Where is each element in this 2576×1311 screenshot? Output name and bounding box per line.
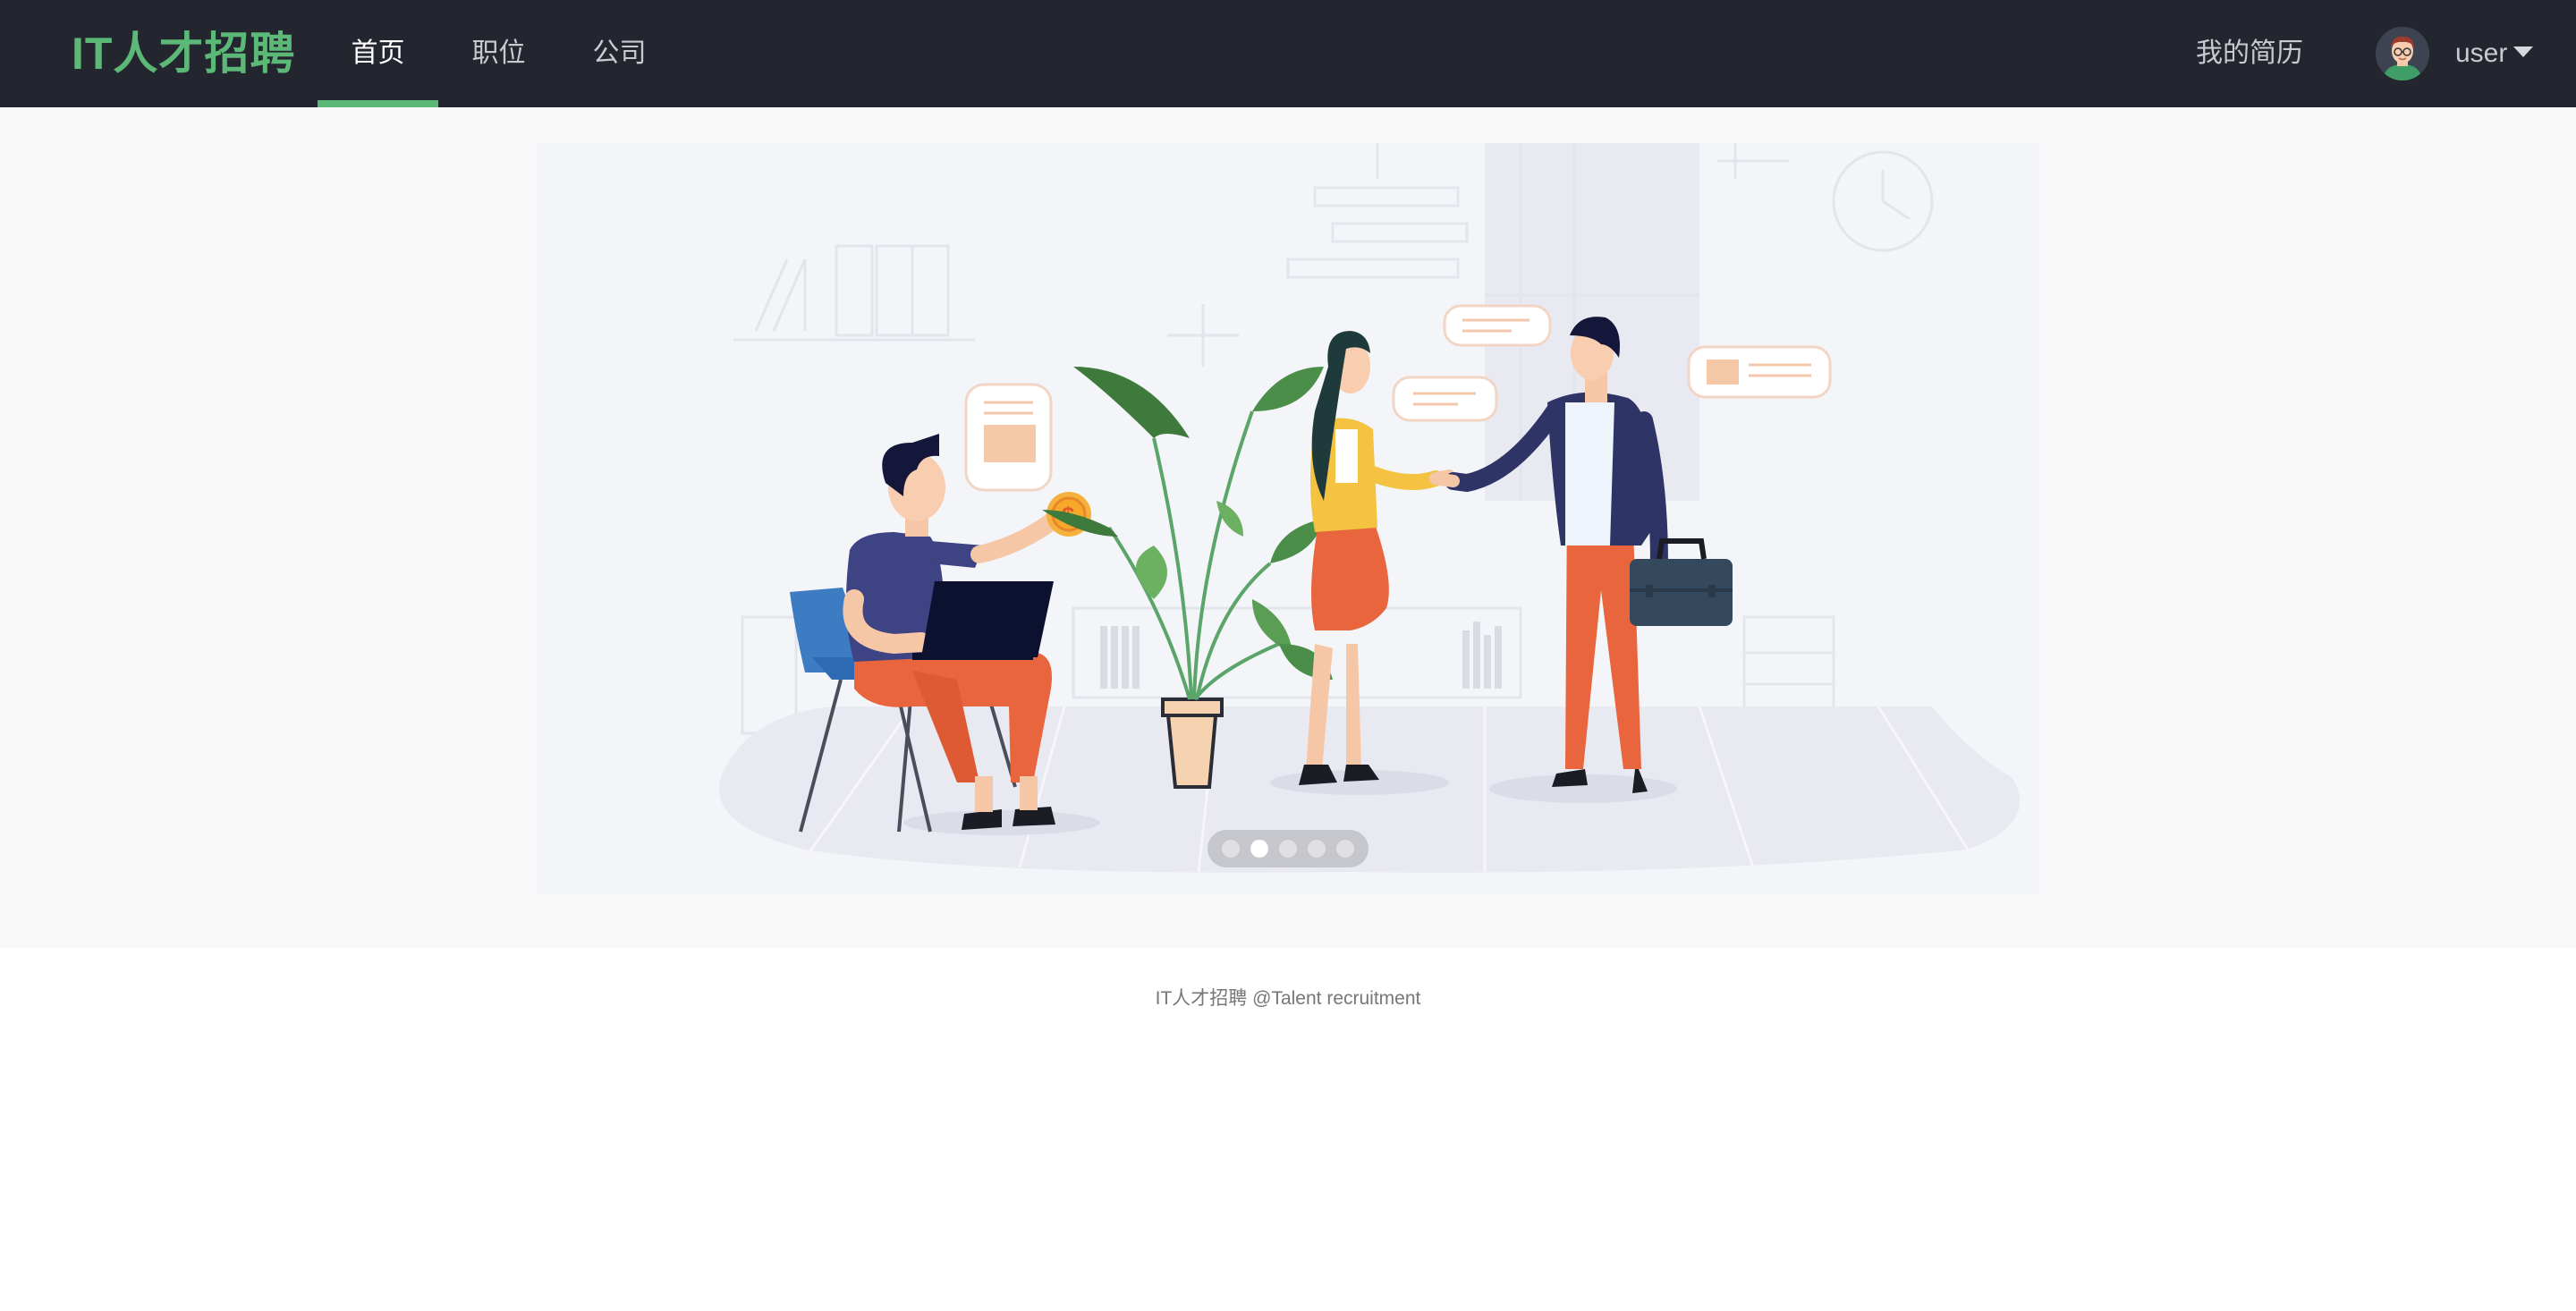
footer-copyright: IT人才招聘 @Talent recruitment <box>1155 988 1421 1009</box>
nav-tab-jobs[interactable]: 职位 <box>438 0 559 107</box>
top-navbar: IT人才招聘 首页 职位 公司 我的简历 user <box>0 0 2576 107</box>
nav-tab-home-label: 首页 <box>351 38 405 68</box>
carousel[interactable]: $ <box>537 143 2039 894</box>
carousel-dot-1[interactable] <box>1222 840 1240 858</box>
user-name[interactable]: user <box>2455 0 2507 107</box>
nav-tab-companies[interactable]: 公司 <box>559 0 680 107</box>
carousel-dot-4[interactable] <box>1308 840 1326 858</box>
nav-tab-companies-label: 公司 <box>592 38 647 68</box>
carousel-dot-2[interactable] <box>1250 840 1268 858</box>
nav-tab-jobs-label: 职位 <box>471 38 526 68</box>
carousel-dot-5[interactable] <box>1336 840 1354 858</box>
handshake-recruitment-illustration: $ <box>719 143 2021 873</box>
active-tab-indicator <box>318 100 438 107</box>
site-logo[interactable]: IT人才招聘 <box>72 27 295 80</box>
nav-tab-home[interactable]: 首页 <box>318 0 438 107</box>
carousel-indicators <box>1208 830 1368 867</box>
my-resume-link[interactable]: 我的简历 <box>2196 0 2312 107</box>
user-avatar-icon[interactable] <box>2376 27 2429 80</box>
carousel-dot-3[interactable] <box>1279 840 1297 858</box>
caret-down-icon[interactable] <box>2513 47 2533 57</box>
